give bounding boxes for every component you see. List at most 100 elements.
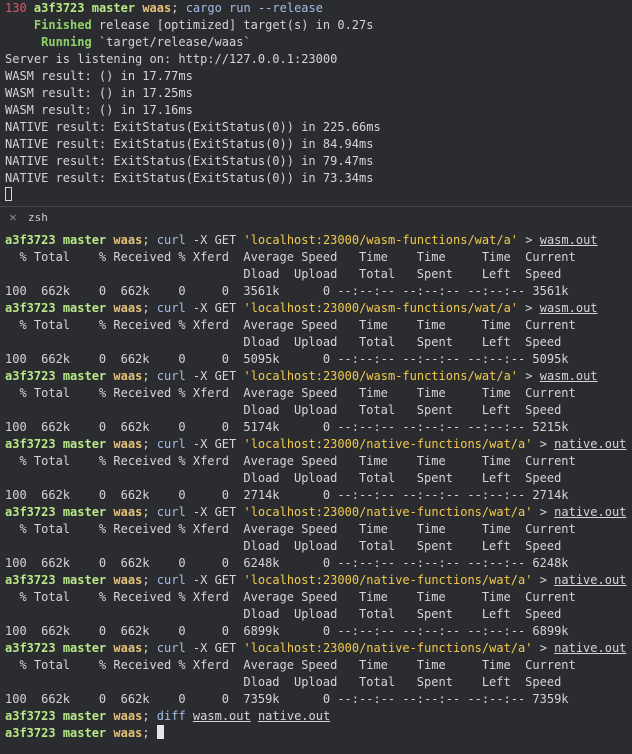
active-prompt-line[interactable]: a3f3723 master waas;: [5, 725, 632, 742]
prompt-sep: ;: [142, 505, 150, 519]
curl-progress-result: 100 662k 0 662k 0 0 5174k 0 --:--:-- --:…: [5, 420, 569, 434]
prompt-sep: ;: [142, 233, 150, 247]
close-icon[interactable]: ✕: [6, 210, 20, 224]
prompt-dir: waas: [113, 709, 143, 723]
output-line: NATIVE result: ExitStatus(ExitStatus(0))…: [5, 154, 374, 168]
bottom-terminal-pane[interactable]: a3f3723 master waas; curl -X GET 'localh…: [0, 232, 632, 754]
curl-command: curl: [156, 233, 186, 247]
output-file: wasm.out: [539, 233, 598, 247]
curl-header-1: % Total % Received % Xferd Average Speed…: [5, 454, 576, 468]
prompt-sep: ;: [142, 726, 150, 740]
prompt-hash: a3f3723: [5, 726, 56, 740]
curl-args: -X GET: [185, 573, 244, 587]
prompt-sep: ;: [142, 641, 150, 655]
prompt-branch: master: [62, 709, 107, 723]
redirect-op: >: [532, 437, 555, 451]
cargo-command-line: 130 a3f3723 master waas; cargo run --rel…: [5, 0, 632, 17]
curl-header-2: Dload Upload Total Spent Left Speed: [5, 675, 562, 689]
curl-args: -X GET: [185, 641, 244, 655]
prompt-branch: master: [62, 369, 107, 383]
curl-url: 'localhost:23000/native-functions/wat/a': [243, 573, 533, 587]
curl-header-2: Dload Upload Total Spent Left Speed: [5, 403, 562, 417]
prompt-sep: ;: [142, 369, 150, 383]
finished-text: release [optimized] target(s) in 0.27s: [91, 18, 374, 32]
active-cursor: [156, 725, 164, 739]
curl-header-1: % Total % Received % Xferd Average Speed…: [5, 590, 576, 604]
prompt-hash: a3f3723: [5, 369, 56, 383]
prompt-branch: master: [91, 1, 136, 15]
prompt-dir: waas: [113, 726, 143, 740]
prompt-dir: waas: [113, 505, 143, 519]
diff-file-2: native.out: [257, 709, 331, 723]
prompt-sep: ;: [142, 573, 150, 587]
prompt-hash: a3f3723: [5, 641, 56, 655]
redirect-op: >: [518, 301, 540, 315]
prompt-sep: ;: [142, 437, 150, 451]
redirect-op: >: [532, 573, 555, 587]
curl-header-2: Dload Upload Total Spent Left Speed: [5, 471, 562, 485]
curl-header-2: Dload Upload Total Spent Left Speed: [5, 539, 562, 553]
output-file: native.out: [554, 437, 627, 451]
curl-progress-result: 100 662k 0 662k 0 0 3561k 0 --:--:-- --:…: [5, 284, 569, 298]
curl-command-line: a3f3723 master waas; curl -X GET 'localh…: [5, 640, 632, 657]
finished-word: Finished: [33, 18, 92, 32]
curl-command: curl: [156, 573, 186, 587]
prompt-branch: master: [62, 505, 107, 519]
inactive-cursor: [5, 187, 12, 201]
curl-args: -X GET: [185, 233, 244, 247]
curl-url: 'localhost:23000/native-functions/wat/a': [243, 437, 533, 451]
curl-command: curl: [156, 437, 186, 451]
prompt-hash: a3f3723: [5, 301, 56, 315]
curl-command: curl: [156, 641, 186, 655]
prompt-branch: master: [62, 437, 107, 451]
top-terminal-pane[interactable]: 130 a3f3723 master waas; cargo run --rel…: [0, 0, 632, 206]
output-line: NATIVE result: ExitStatus(ExitStatus(0))…: [5, 171, 374, 185]
prompt-dir: waas: [113, 437, 143, 451]
curl-header-1: % Total % Received % Xferd Average Speed…: [5, 658, 576, 672]
output-line: Server is listening on: http://127.0.0.1…: [5, 52, 338, 66]
curl-header-2: Dload Upload Total Spent Left Speed: [5, 335, 562, 349]
running-line: Running `target/release/waas`: [5, 34, 632, 51]
running-word: Running: [41, 35, 92, 49]
output-file: native.out: [554, 641, 627, 655]
curl-url: 'localhost:23000/native-functions/wat/a': [243, 641, 533, 655]
finished-line: Finished release [optimized] target(s) i…: [5, 17, 632, 34]
tab-zsh[interactable]: zsh: [28, 211, 48, 225]
prompt-hash: a3f3723: [33, 1, 85, 15]
prompt-hash: a3f3723: [5, 233, 56, 247]
curl-header-1: % Total % Received % Xferd Average Speed…: [5, 318, 576, 332]
curl-args: -X GET: [185, 369, 244, 383]
curl-command-line: a3f3723 master waas; curl -X GET 'localh…: [5, 300, 632, 317]
redirect-op: >: [518, 369, 540, 383]
prompt-branch: master: [62, 726, 107, 740]
curl-header-1: % Total % Received % Xferd Average Speed…: [5, 250, 576, 264]
cursor-line: [5, 187, 632, 204]
prompt-sep: ;: [142, 301, 150, 315]
redirect-op: >: [532, 505, 555, 519]
curl-command: curl: [156, 369, 186, 383]
prompt-branch: master: [62, 641, 107, 655]
curl-url: 'localhost:23000/wasm-functions/wat/a': [243, 233, 519, 247]
output-line: WASM result: () in 17.77ms: [5, 69, 193, 83]
redirect-op: >: [518, 233, 540, 247]
curl-progress-result: 100 662k 0 662k 0 0 7359k 0 --:--:-- --:…: [5, 692, 569, 706]
curl-command-line: a3f3723 master waas; curl -X GET 'localh…: [5, 232, 632, 249]
output-line: NATIVE result: ExitStatus(ExitStatus(0))…: [5, 137, 374, 151]
curl-header-1: % Total % Received % Xferd Average Speed…: [5, 522, 576, 536]
curl-progress-result: 100 662k 0 662k 0 0 2714k 0 --:--:-- --:…: [5, 488, 569, 502]
prompt-dir: waas: [113, 233, 143, 247]
curl-progress-result: 100 662k 0 662k 0 0 5095k 0 --:--:-- --:…: [5, 352, 569, 366]
output-file: native.out: [554, 505, 627, 519]
running-text: `target/release/waas`: [91, 35, 251, 49]
curl-header-1: % Total % Received % Xferd Average Speed…: [5, 386, 576, 400]
curl-header-2: Dload Upload Total Spent Left Speed: [5, 607, 562, 621]
curl-command-line: a3f3723 master waas; curl -X GET 'localh…: [5, 436, 632, 453]
curl-progress-result: 100 662k 0 662k 0 0 6899k 0 --:--:-- --:…: [5, 624, 569, 638]
curl-args: -X GET: [185, 505, 244, 519]
curl-url: 'localhost:23000/wasm-functions/wat/a': [243, 369, 519, 383]
prompt-hash: a3f3723: [5, 573, 56, 587]
output-line: WASM result: () in 17.25ms: [5, 86, 193, 100]
cargo-command: cargo run --release: [185, 1, 323, 15]
curl-command: curl: [156, 301, 186, 315]
prompt-dir: waas: [142, 1, 172, 15]
